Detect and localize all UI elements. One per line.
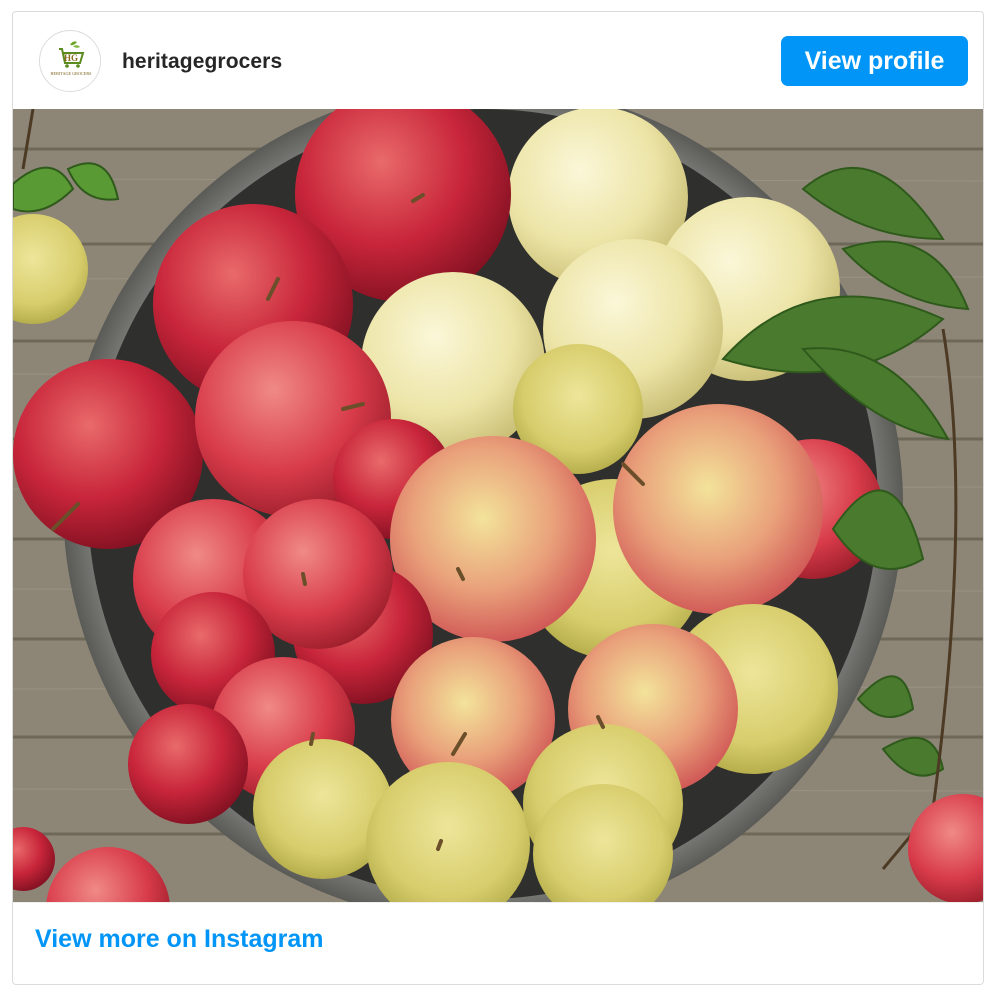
svg-text:HG: HG xyxy=(64,53,78,63)
svg-text:HERITAGE GROCERS: HERITAGE GROCERS xyxy=(51,71,93,76)
post-header: HG HERITAGE GROCERS heritagegrocers View… xyxy=(13,12,983,109)
username[interactable]: heritagegrocers xyxy=(122,50,282,74)
post-footer: View more on Instagram xyxy=(13,902,983,984)
heritage-grocers-logo-icon: HG HERITAGE GROCERS xyxy=(41,32,100,91)
view-more-on-instagram-link[interactable]: View more on Instagram xyxy=(35,925,324,954)
view-profile-button[interactable]: View profile xyxy=(781,36,968,86)
avatar[interactable]: HG HERITAGE GROCERS xyxy=(39,30,101,92)
bowl-of-apples-photo xyxy=(13,109,983,902)
post-image[interactable] xyxy=(13,109,983,902)
instagram-embed-card: HG HERITAGE GROCERS heritagegrocers View… xyxy=(12,11,984,985)
